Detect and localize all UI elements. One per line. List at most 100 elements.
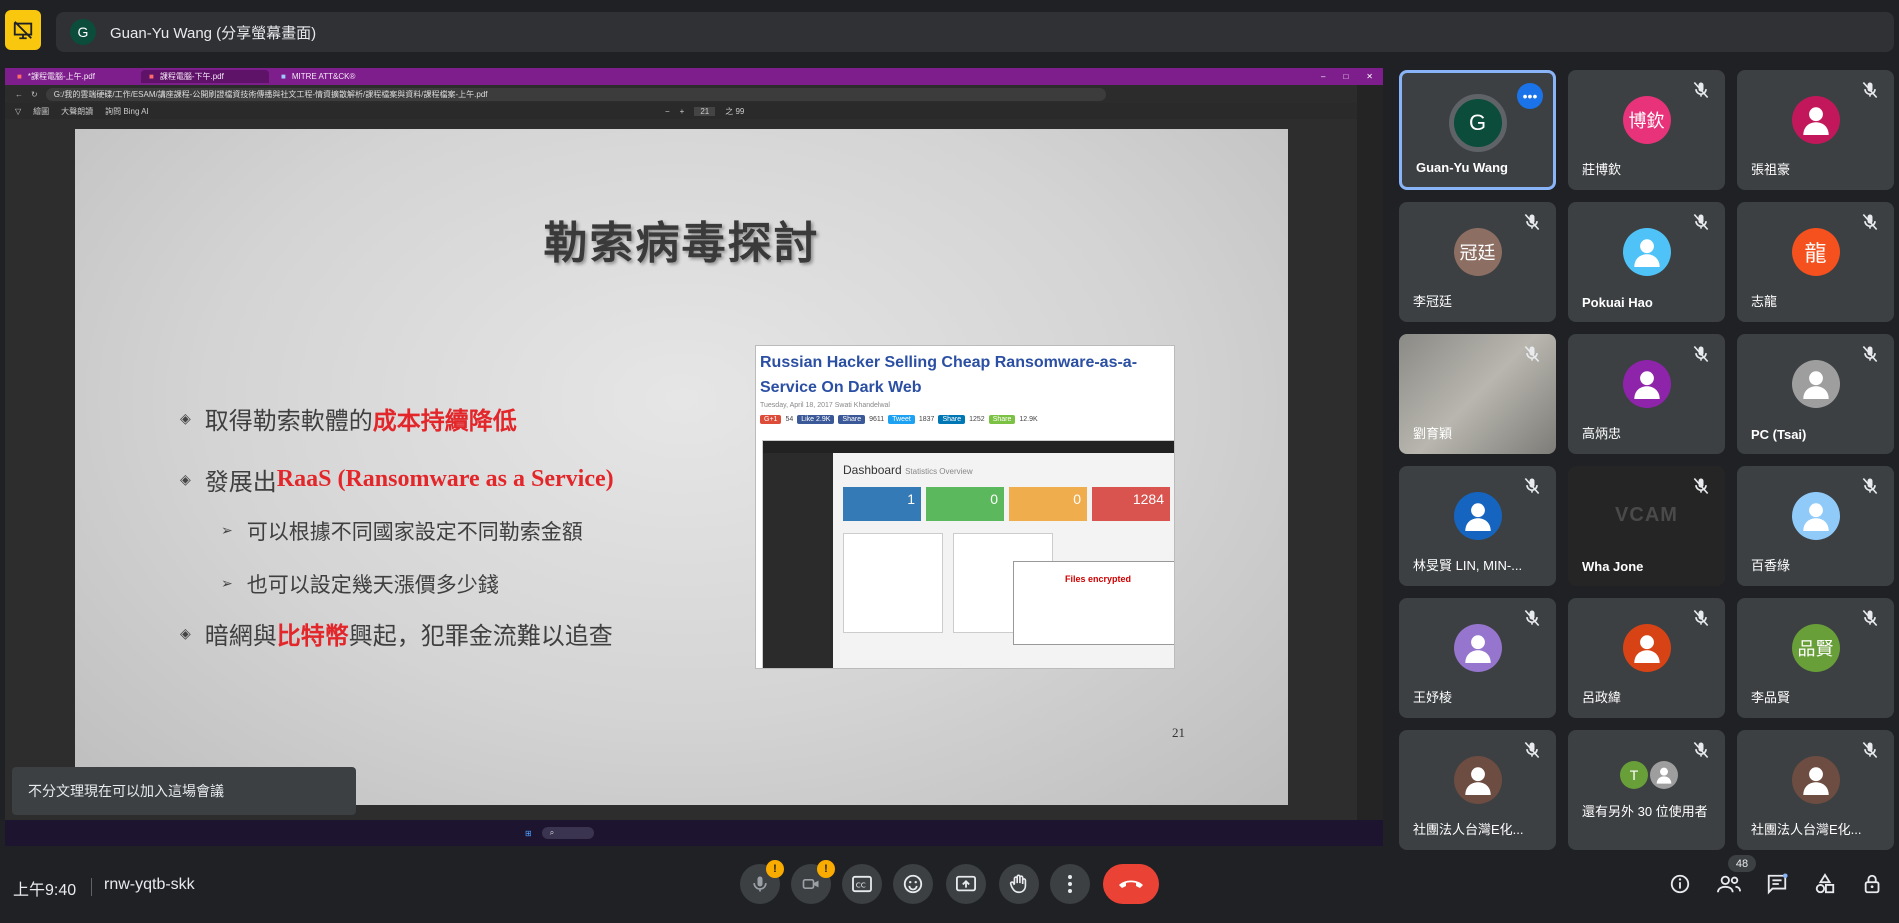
emoji-reaction-button[interactable] <box>893 864 933 904</box>
dashboard-subtitle: Statistics Overview <box>905 467 973 476</box>
browser-tab: ■ 課程電腦-下午.pdf <box>141 70 269 83</box>
close-icon: ✕ <box>1366 72 1373 81</box>
presentation-toggle-button[interactable] <box>5 10 41 50</box>
diamond-bullet-icon: ◈ <box>180 625 191 642</box>
pdf-page-current: 21 <box>694 106 716 116</box>
browser-tab-label: 課程電腦-下午.pdf <box>159 72 224 81</box>
dashboard-tile: 0 <box>926 487 1004 521</box>
bar-divider <box>91 878 92 896</box>
meeting-code: rnw-yqtb-skk <box>104 876 195 893</box>
mic-muted-icon <box>1524 477 1540 495</box>
participant-avatar: 品賢 <box>1791 624 1840 672</box>
participant-name: 高炳忠 <box>1582 426 1622 441</box>
presenter-banner-text: Guan-Yu Wang (分享螢幕畫面) <box>110 24 317 42</box>
participant-tile[interactable]: 品賢 李品賢 <box>1737 598 1894 718</box>
mic-muted-icon <box>1524 609 1540 627</box>
bullet-text: 發展出 <box>204 468 277 496</box>
windows-taskbar: ⊞ ⌕ <box>5 820 1383 846</box>
reload-icon: ↻ <box>31 89 38 99</box>
raise-hand-button[interactable] <box>999 864 1039 904</box>
participant-tile[interactable]: 林旻賢 LIN, MIN-... <box>1399 466 1556 586</box>
bullet-text: 暗網與 <box>204 622 277 650</box>
mic-muted-icon <box>1524 741 1540 759</box>
camera-button[interactable]: ! <box>791 860 835 904</box>
microphone-button[interactable]: ! <box>740 860 784 904</box>
participant-tile[interactable]: ••• G Guan-Yu Wang <box>1399 70 1556 190</box>
share-count: 9611 <box>869 416 885 423</box>
share-label: G+1 <box>760 415 782 424</box>
browser-tab-strip: ■ *課程電腦-上午.pdf ■ 課程電腦-下午.pdf ■ MITRE ATT… <box>5 68 1383 85</box>
participant-name: Wha Jone <box>1582 559 1644 574</box>
mic-muted-icon <box>1693 609 1709 627</box>
article-screenshot: Russian Hacker Selling Cheap Ransomware-… <box>755 345 1175 669</box>
participant-tile[interactable]: 社團法人台灣E化... <box>1399 730 1556 850</box>
participant-tile[interactable]: 高炳忠 <box>1568 334 1725 454</box>
participant-avatar <box>1622 624 1671 672</box>
participant-name: 呂政緯 <box>1582 690 1622 705</box>
participant-name: 志龍 <box>1751 294 1778 309</box>
info-icon <box>1670 874 1690 894</box>
dashboard-tile: 1 <box>843 487 921 521</box>
participant-name: PC (Tsai) <box>1751 427 1807 442</box>
draw-tool-label: 繪圖 <box>33 106 50 116</box>
people-button[interactable] <box>1715 870 1743 898</box>
mic-muted-icon <box>1693 345 1709 363</box>
participant-tile[interactable]: Pokuai Hao <box>1568 202 1725 322</box>
participant-avatar <box>1453 492 1502 540</box>
arrow-bullet-icon: ➢ <box>221 523 233 539</box>
participant-tile[interactable]: 劉育穎 <box>1399 334 1556 454</box>
participant-name: 莊博欽 <box>1582 162 1622 177</box>
participant-tile[interactable]: 社團法人台灣E化... <box>1737 730 1894 850</box>
participant-tile[interactable]: T 還有另外 30 位使用者 <box>1568 730 1725 850</box>
slide-bullet: ◈ 發展出 RaaS (Ransomware as a Service) <box>180 462 614 497</box>
participant-name: Pokuai Hao <box>1582 295 1653 310</box>
slide-title: 勒索病毒探討 <box>543 219 820 268</box>
share-count: 1252 <box>969 416 985 423</box>
dashboard-panel <box>843 533 943 633</box>
zoom-out-icon: − <box>665 106 670 116</box>
minimize-icon: – <box>1321 72 1326 81</box>
participant-tile[interactable]: 王妤棱 <box>1399 598 1556 718</box>
mic-muted-icon <box>1862 741 1878 759</box>
share-count: 54 <box>785 416 794 423</box>
chat-button[interactable] <box>1763 870 1791 898</box>
meeting-details-button[interactable] <box>1666 870 1694 898</box>
host-controls-button[interactable] <box>1859 870 1887 898</box>
captions-button[interactable]: CC <box>842 864 882 904</box>
hand-icon <box>1009 874 1027 894</box>
back-icon: ← <box>15 89 23 99</box>
browser-sidebar-strip <box>1357 85 1383 834</box>
mic-warning-badge: ! <box>766 860 784 878</box>
mic-muted-icon <box>1862 345 1878 363</box>
emoji-icon <box>903 874 923 894</box>
ransomware-dashboard-image: Dashboard Statistics Overview 1 0 0 1284… <box>762 440 1174 668</box>
participant-tile[interactable]: 張祖豪 <box>1737 70 1894 190</box>
participant-avatar: 龍 <box>1791 228 1840 276</box>
presenter-avatar: G <box>70 19 96 45</box>
participant-tile[interactable]: 博欽 莊博欽 <box>1568 70 1725 190</box>
hang-up-icon <box>1119 880 1143 888</box>
present-screen-button[interactable] <box>946 864 986 904</box>
participant-tile[interactable]: 百香綠 <box>1737 466 1894 586</box>
window-controls: – □ ✕ <box>1321 72 1383 81</box>
dashboard-sidebar <box>763 453 833 668</box>
more-vert-icon <box>1068 875 1072 893</box>
mitre-tab-icon: ■ <box>281 72 286 81</box>
participant-avatar <box>1791 756 1840 804</box>
participant-avatar <box>1622 228 1671 276</box>
slide-sub-bullet: ➢ 也可以設定幾天漲價多少錢 <box>221 569 499 599</box>
participant-tile[interactable]: VCAM Wha Jone <box>1568 466 1725 586</box>
participant-tile[interactable]: 呂政緯 <box>1568 598 1725 718</box>
participant-tile[interactable]: PC (Tsai) <box>1737 334 1894 454</box>
more-options-button[interactable] <box>1050 864 1090 904</box>
participant-tile[interactable]: 龍志龍 <box>1737 202 1894 322</box>
leave-call-button[interactable] <box>1103 864 1159 904</box>
pdf-page-info: − + 21 之 99 <box>665 106 744 117</box>
participant-more-button[interactable]: ••• <box>1517 83 1543 109</box>
activities-button[interactable] <box>1811 870 1839 898</box>
participant-count-badge: 48 <box>1728 855 1756 872</box>
bullet-highlight: 成本持續降低 <box>372 407 517 435</box>
people-icon <box>1717 875 1741 893</box>
dashboard-heading: Dashboard Statistics Overview <box>843 463 973 477</box>
participant-tile[interactable]: 冠廷 李冠廷 <box>1399 202 1556 322</box>
